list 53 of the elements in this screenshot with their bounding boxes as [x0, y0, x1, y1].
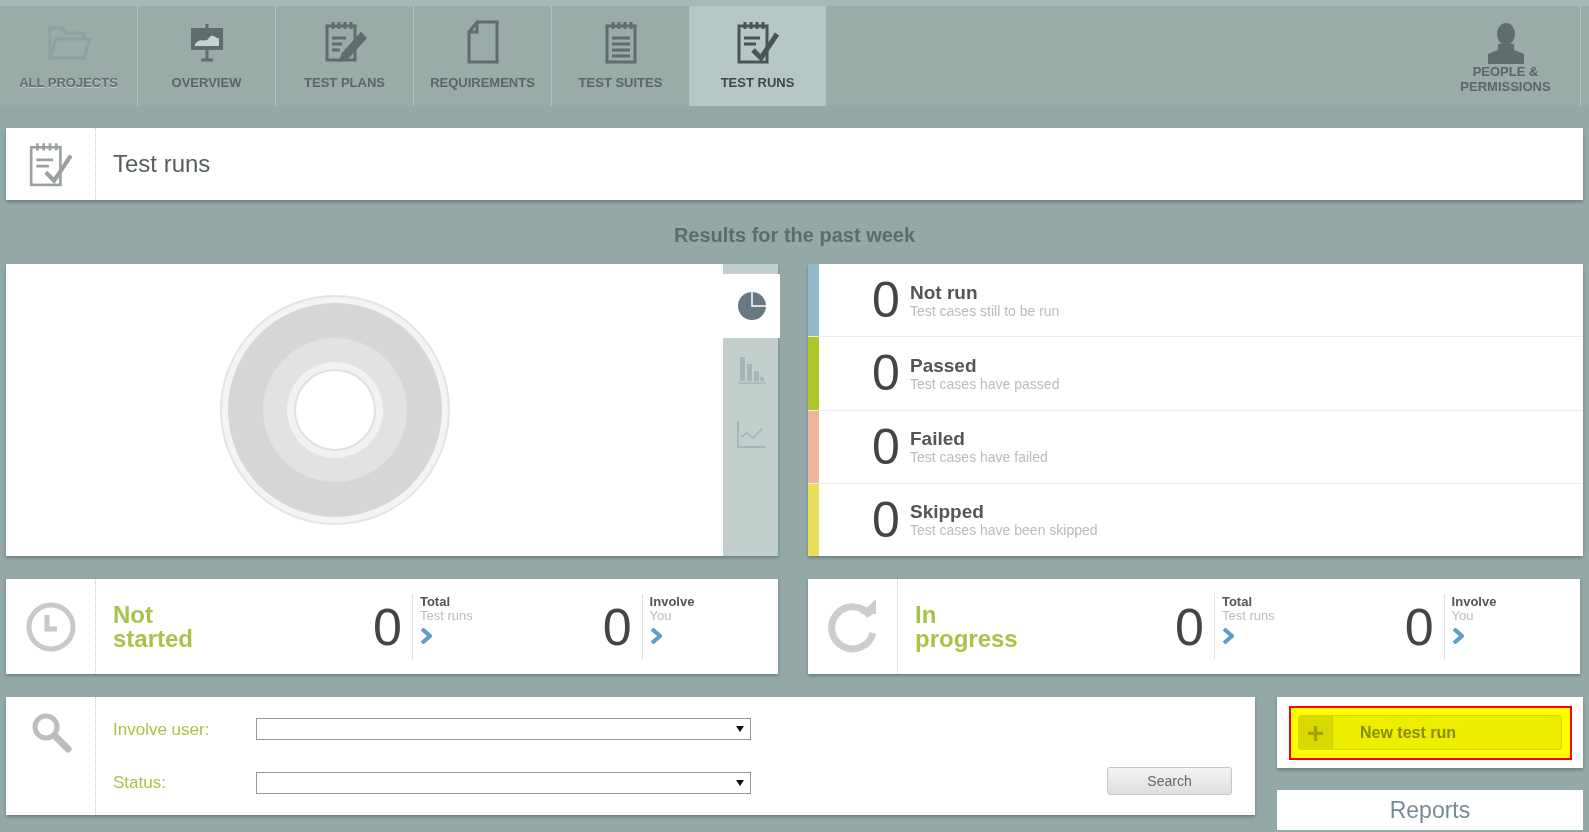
- search-button[interactable]: Search: [1107, 767, 1232, 795]
- status-description: Test cases still to be run: [910, 302, 1060, 319]
- stat-sublabel: Test runs: [419, 608, 473, 622]
- line-chart-icon: [735, 419, 766, 449]
- status-count: 0: [872, 421, 901, 472]
- stat-sublabel: You: [649, 608, 673, 622]
- run-count: 0: [1404, 600, 1434, 653]
- stat-sublabel: Test runs: [1221, 608, 1275, 622]
- section-title: Results for the past week: [673, 223, 916, 248]
- run-count: 0: [602, 600, 632, 653]
- status-name: Passed: [910, 354, 978, 376]
- field-label: Status:: [113, 772, 167, 794]
- chart-view-button[interactable]: [723, 274, 780, 338]
- status-description: Test cases have been skipped: [910, 522, 1098, 539]
- plus-icon: +: [1299, 716, 1333, 749]
- chevron-right-icon[interactable]: [1451, 627, 1464, 644]
- chevron-right-icon[interactable]: [649, 627, 662, 644]
- reports-title: Reports: [1389, 796, 1471, 824]
- status-description: Test cases have failed: [910, 449, 1048, 466]
- dropdown-field[interactable]: [256, 771, 751, 794]
- status-name: Not run: [910, 281, 979, 303]
- bar-chart-icon: [735, 355, 766, 385]
- people-permissions-tab[interactable]: PEOPLE & PERMISSIONS: [1431, 6, 1581, 106]
- nav-tab[interactable]: TEST PLANS: [276, 6, 414, 106]
- status-count: 0: [872, 348, 901, 399]
- stat-label: Involve: [1451, 594, 1497, 609]
- status-description: Test cases have passed: [910, 375, 1060, 392]
- pie-chart-icon: [736, 291, 767, 321]
- field-label: Involve user:: [113, 718, 211, 741]
- chevron-right-icon[interactable]: [419, 627, 432, 644]
- stat-label: Total: [1221, 594, 1253, 609]
- dropdown-field[interactable]: [256, 718, 751, 741]
- clock-icon: [24, 600, 77, 653]
- chevron-right-icon[interactable]: [1221, 627, 1234, 644]
- caret-icon: [736, 779, 744, 786]
- caret-icon: [736, 726, 744, 733]
- new-test-run-button[interactable]: + New test run: [1298, 715, 1562, 750]
- status-name: Skipped: [910, 501, 985, 523]
- nav-tab[interactable]: REQUIREMENTS: [414, 6, 552, 106]
- status-count: 0: [872, 275, 901, 326]
- person-icon: [1487, 22, 1524, 64]
- page-title: Test runs: [113, 149, 211, 179]
- summary-title: In progress: [915, 602, 1019, 651]
- status-name: Failed: [910, 428, 966, 450]
- run-count: 0: [373, 600, 402, 653]
- nav-tab[interactable]: TEST RUNS: [690, 6, 826, 106]
- status-count: 0: [872, 494, 901, 545]
- stat-label: Total: [419, 594, 451, 609]
- summary-title: Not started: [113, 602, 195, 651]
- nav-tab[interactable]: OVERVIEW: [138, 6, 276, 106]
- stat-sublabel: You: [1451, 608, 1475, 622]
- stat-label: Involve: [649, 594, 695, 609]
- run-count: 0: [1175, 600, 1204, 653]
